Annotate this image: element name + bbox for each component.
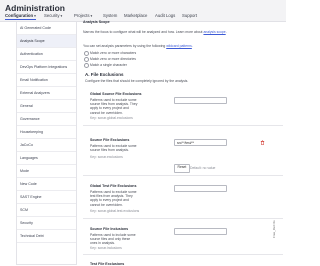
wildcard-patterns-link[interactable]: wildcard patterns (166, 44, 192, 48)
setting-description: Patterns used to exclude some test files… (90, 190, 137, 207)
setting-description: Patterns used to exclude some source fil… (90, 144, 137, 153)
sidebar-item-mode[interactable]: Mode (17, 165, 76, 178)
section-title: A. File Exclusions (85, 72, 124, 77)
sidebar-item-external-analyzers[interactable]: External Analyzers (17, 87, 76, 100)
sidebar-item-authentication[interactable]: Authentication (17, 48, 76, 61)
nav-marketplace[interactable]: Marketplace (124, 13, 147, 18)
chevron-down-icon: ▾ (90, 14, 93, 18)
sidebar-item-devops-platform-integrations[interactable]: DevOps Platform Integrations (17, 61, 76, 74)
setting-description: Patterns used to exclude some source fil… (90, 98, 138, 115)
divider (83, 218, 283, 219)
setting-key: Key: sonar.global.exclusions (90, 116, 133, 120)
bullet-icon (84, 57, 89, 62)
sidebar-item-governance[interactable]: Governance (17, 113, 76, 126)
sidebar-item-housekeeping[interactable]: Housekeeping (17, 126, 76, 139)
sidebar-item-languages[interactable]: Languages (17, 152, 76, 165)
setting-title: Source File Exclusions (90, 138, 130, 142)
setting-description: Patterns used to include some source fil… (90, 233, 136, 246)
chevron-down-icon: ▾ (60, 14, 63, 18)
sidebar-item-security[interactable]: Security (17, 217, 76, 230)
sidebar-item-jacoco[interactable]: JaCoCo (17, 139, 76, 152)
intro-text: Narrow the focus to configure what will … (83, 30, 227, 34)
global-test-exclusions-input[interactable] (174, 185, 227, 192)
pattern-item: Match zero or more characters (90, 51, 137, 55)
pattern-item: Match zero or more directories (90, 57, 136, 61)
source-exclusions-input[interactable] (174, 139, 227, 146)
settings-content: Analysis Scope Narrow the focus to confi… (80, 20, 286, 266)
sidebar-item-new-code[interactable]: New Code (17, 178, 76, 191)
nav-audit-logs[interactable]: Audit Logs (155, 13, 175, 18)
admin-nav: Configuration▾ Security▾ Projects▾ Syste… (0, 11, 286, 21)
sidebar-item-ai-generated-code[interactable]: AI Generated Code (17, 22, 76, 35)
bullet-icon (84, 51, 89, 56)
trash-icon[interactable] (260, 140, 265, 145)
setting-key: Key: sonar.global.test.exclusions (90, 209, 140, 213)
nav-support[interactable]: Support (182, 13, 197, 18)
nav-projects[interactable]: Projects▾ (74, 13, 92, 18)
nav-security[interactable]: Security▾ (44, 13, 62, 18)
setting-key: Key: sonar.inclusions (90, 246, 122, 250)
setting-title: Global Test File Exclusions (90, 184, 137, 188)
sidebar-item-email-notification[interactable]: Email Notification (17, 74, 76, 87)
setting-title: Test File Exclusions (90, 262, 125, 266)
nav-system[interactable]: System (103, 13, 117, 18)
divider (83, 254, 283, 255)
admin-header: Administration Configuration▾ Security▾ … (0, 0, 286, 22)
wildcard-intro: You can set analysis parameters by using… (83, 44, 193, 48)
side-label: Free_DeX 0s (272, 220, 276, 238)
bullet-icon (84, 63, 89, 68)
analysis-scope-link[interactable]: analysis scope (203, 30, 225, 34)
reset-button[interactable]: Reset (174, 164, 190, 173)
sidebar-item-general[interactable]: General (17, 100, 76, 113)
nav-configuration[interactable]: Configuration▾ (5, 13, 36, 20)
setting-title: Source File Inclusions (90, 227, 129, 231)
sidebar-item-sast-engine[interactable]: SAST Engine (17, 191, 76, 204)
section-description: Configure the files that should be compl… (85, 79, 189, 83)
sidebar-item-technical-debt[interactable]: Technical Debt (17, 230, 76, 243)
pattern-item: Match a single character (90, 63, 127, 67)
divider (83, 125, 283, 126)
setting-key: Key: sonar.exclusions (90, 155, 123, 159)
sidebar-item-scm[interactable]: SCM (17, 204, 76, 217)
default-value-text: Default: no value (190, 165, 216, 170)
setting-title: Global Source File Exclusions (90, 92, 142, 96)
global-source-exclusions-input[interactable] (174, 97, 227, 104)
settings-sidebar: AI Generated Code Analysis Scope Authent… (16, 22, 77, 265)
sidebar-item-analysis-scope[interactable]: Analysis Scope (17, 35, 76, 48)
chevron-down-icon: ▾ (34, 14, 36, 18)
divider (83, 175, 283, 176)
source-inclusions-input[interactable] (174, 228, 227, 235)
clipped-heading: Analysis Scope (83, 20, 110, 24)
